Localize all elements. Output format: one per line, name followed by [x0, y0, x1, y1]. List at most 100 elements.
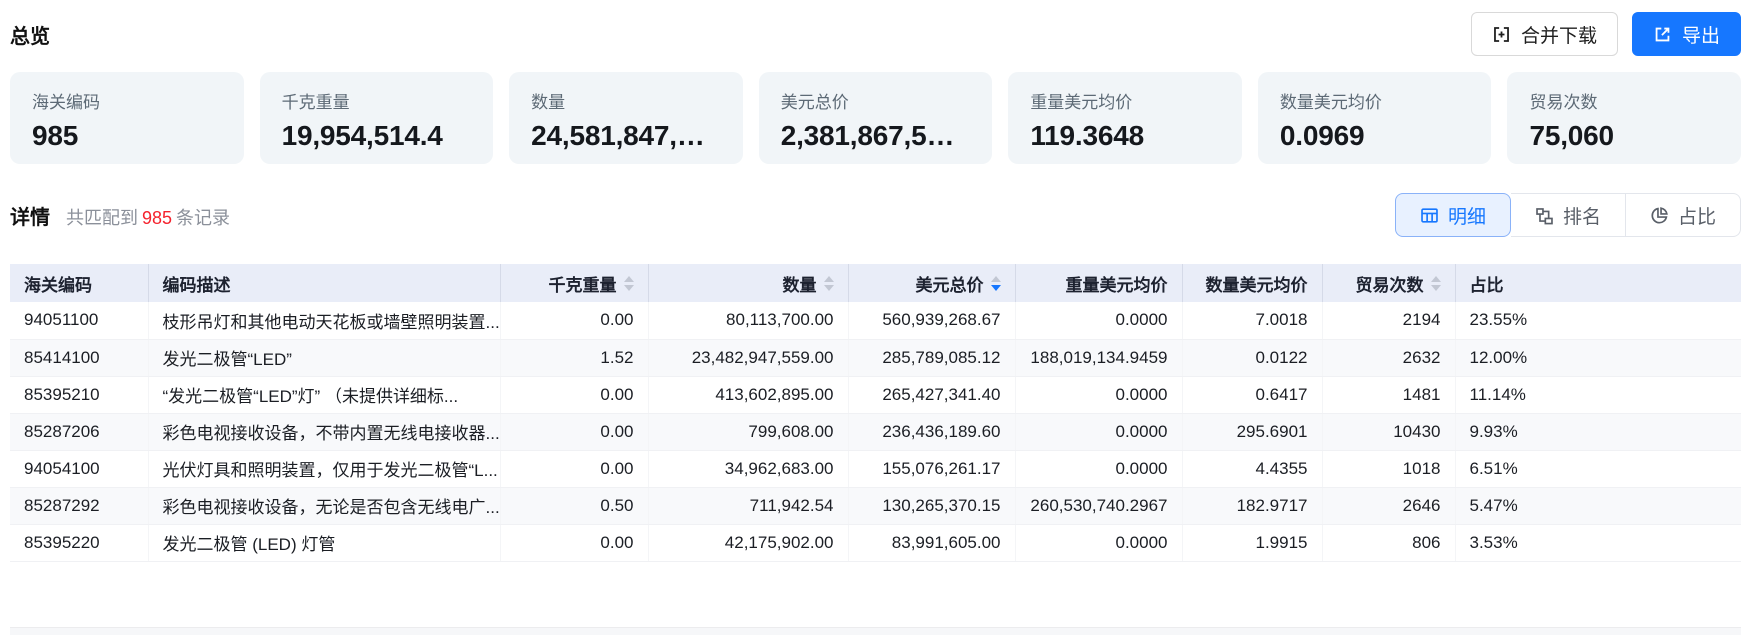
column-header-quantity[interactable]: 数量 — [648, 264, 848, 302]
summary-card-value: 2,381,867,5… — [781, 120, 983, 152]
summary-card-label: 数量 — [531, 88, 733, 113]
hs-code-cell: 85287206 — [10, 413, 148, 450]
page: 总览 合并下载 — [0, 0, 1751, 635]
horizontal-scrollbar[interactable] — [10, 627, 1741, 635]
description-cell: “发光二极管“LED”灯” （未提供详细标... — [148, 376, 500, 413]
export-button[interactable]: 导出 — [1632, 12, 1741, 56]
details-title: 详情 — [10, 201, 50, 230]
pie-chart-icon — [1650, 206, 1669, 225]
description-cell: 发光二极管“LED” — [148, 339, 500, 376]
hs-code-cell: 85287292 — [10, 487, 148, 524]
summary-card: 海关编码985 — [10, 72, 244, 164]
usd-per-kg-cell: 0.0000 — [1015, 413, 1182, 450]
column-label: 美元总价 — [916, 271, 984, 296]
share-cell: 9.93% — [1455, 413, 1741, 450]
summary-card-label: 美元总价 — [781, 88, 983, 113]
tab-明细[interactable]: 明细 — [1395, 193, 1511, 237]
usd-per-qty-cell: 295.6901 — [1182, 413, 1322, 450]
share-cell: 23.55% — [1455, 302, 1741, 339]
column-header-usd-total[interactable]: 美元总价 — [848, 264, 1015, 302]
view-tabs: 明细排名占比 — [1396, 193, 1741, 237]
match-count: 985 — [138, 208, 176, 228]
usd-total-cell: 83,991,605.00 — [848, 524, 1015, 561]
merge-cells-icon — [1492, 25, 1511, 44]
table-header-row: 海关编码 编码描述 千克重量 数量 美元总价 重量美元均价 数量美元均价贸易次数占比 — [10, 264, 1741, 302]
summary-card: 千克重量 19,954,514.4 — [260, 72, 494, 164]
trade-count-cell: 10430 — [1322, 413, 1455, 450]
summary-card-label: 海关编码 — [32, 88, 234, 113]
column-header-trade-count[interactable]: 贸易次数 — [1322, 264, 1455, 302]
column-header-description: 编码描述 — [148, 264, 500, 302]
column-label: 千克重量 — [549, 271, 617, 296]
column-label: 数量 — [783, 271, 817, 296]
description-cell: 彩色电视接收设备，无论是否包含无线电广... — [148, 487, 500, 524]
kg-weight-cell: 0.00 — [500, 450, 648, 487]
usd-total-cell: 285,789,085.12 — [848, 339, 1015, 376]
column-header-inner: 占比 — [1470, 271, 1504, 296]
top-bar: 总览 合并下载 — [10, 0, 1741, 72]
usd-per-kg-cell: 0.0000 — [1015, 302, 1182, 339]
sort-carets-icon — [1431, 276, 1441, 291]
column-header-usd-per-kg: 重量美元均价 — [1015, 264, 1182, 302]
summary-card: 贸易次数75,060 — [1507, 72, 1741, 164]
column-header-hs-code: 海关编码 — [10, 264, 148, 302]
kg-weight-cell: 0.00 — [500, 413, 648, 450]
ranking-icon — [1535, 206, 1554, 225]
column-label: 编码描述 — [163, 271, 231, 296]
share-cell: 5.47% — [1455, 487, 1741, 524]
usd-total-cell: 155,076,261.17 — [848, 450, 1015, 487]
column-label: 占比 — [1470, 271, 1504, 296]
summary-card: 重量美元均价119.3648 — [1008, 72, 1242, 164]
sort-descending-icon — [991, 285, 1001, 291]
tab-label: 明细 — [1448, 202, 1486, 229]
usd-per-qty-cell: 0.6417 — [1182, 376, 1322, 413]
sort-descending-icon — [824, 285, 834, 291]
share-cell: 3.53% — [1455, 524, 1741, 561]
share-cell: 6.51% — [1455, 450, 1741, 487]
details-left: 详情 共匹配到985条记录 — [10, 201, 230, 230]
column-header-inner: 海关编码 — [24, 271, 92, 296]
column-header-kg-weight[interactable]: 千克重量 — [500, 264, 648, 302]
column-label: 重量美元均价 — [1066, 271, 1168, 296]
summary-card-label: 千克重量 — [282, 88, 484, 113]
sort-carets-icon — [624, 276, 634, 291]
sort-ascending-icon — [991, 276, 1001, 282]
table-row: 85287292彩色电视接收设备，无论是否包含无线电广...0.50711,94… — [10, 487, 1741, 524]
summary-card-value: 19,954,514.4 — [282, 120, 484, 152]
usd-per-kg-cell: 0.0000 — [1015, 524, 1182, 561]
hs-code-cell: 85414100 — [10, 339, 148, 376]
hs-code-cell: 94054100 — [10, 450, 148, 487]
usd-total-cell: 560,939,268.67 — [848, 302, 1015, 339]
table-row: 85395210“发光二极管“LED”灯” （未提供详细标...0.00413,… — [10, 376, 1741, 413]
quantity-cell: 799,608.00 — [648, 413, 848, 450]
table-row: 85414100发光二极管“LED”1.5223,482,947,559.002… — [10, 339, 1741, 376]
column-header-inner: 数量 — [783, 271, 834, 296]
tab-占比[interactable]: 占比 — [1626, 193, 1741, 237]
summary-card-value: 119.3648 — [1030, 120, 1232, 152]
column-header-inner: 千克重量 — [549, 271, 634, 296]
kg-weight-cell: 1.52 — [500, 339, 648, 376]
summary-card-value: 75,060 — [1529, 120, 1731, 152]
sort-carets-icon — [991, 276, 1001, 291]
summary-card: 数量美元均价0.0969 — [1258, 72, 1492, 164]
match-line: 共匹配到985条记录 — [66, 204, 230, 230]
sort-descending-icon — [1431, 285, 1441, 291]
export-icon — [1653, 25, 1672, 44]
tab-排名[interactable]: 排名 — [1511, 193, 1626, 237]
summary-cards: 海关编码985 千克重量 19,954,514.4 数量24,581,847,… 美元总… — [10, 72, 1741, 164]
usd-per-kg-cell: 260,530,740.2967 — [1015, 487, 1182, 524]
table-row: 85287206彩色电视接收设备，不带内置无线电接收器...0.00799,60… — [10, 413, 1741, 450]
table-row: 94051100枝形吊灯和其他电动天花板或墙壁照明装置...0.0080,113… — [10, 302, 1741, 339]
merge-download-button[interactable]: 合并下载 — [1471, 12, 1618, 56]
topbar-actions: 合并下载 导出 — [1471, 12, 1741, 56]
trade-count-cell: 2632 — [1322, 339, 1455, 376]
description-cell: 枝形吊灯和其他电动天花板或墙壁照明装置... — [148, 302, 500, 339]
summary-card: 数量24,581,847,… — [509, 72, 743, 164]
usd-total-cell: 265,427,341.40 — [848, 376, 1015, 413]
column-header-inner: 数量美元均价 — [1206, 271, 1308, 296]
quantity-cell: 711,942.54 — [648, 487, 848, 524]
table-row: 94054100光伏灯具和照明装置，仅用于发光二极管“L...0.0034,96… — [10, 450, 1741, 487]
quantity-cell: 42,175,902.00 — [648, 524, 848, 561]
column-header-inner: 美元总价 — [916, 271, 1001, 296]
page-title: 总览 — [10, 20, 50, 49]
